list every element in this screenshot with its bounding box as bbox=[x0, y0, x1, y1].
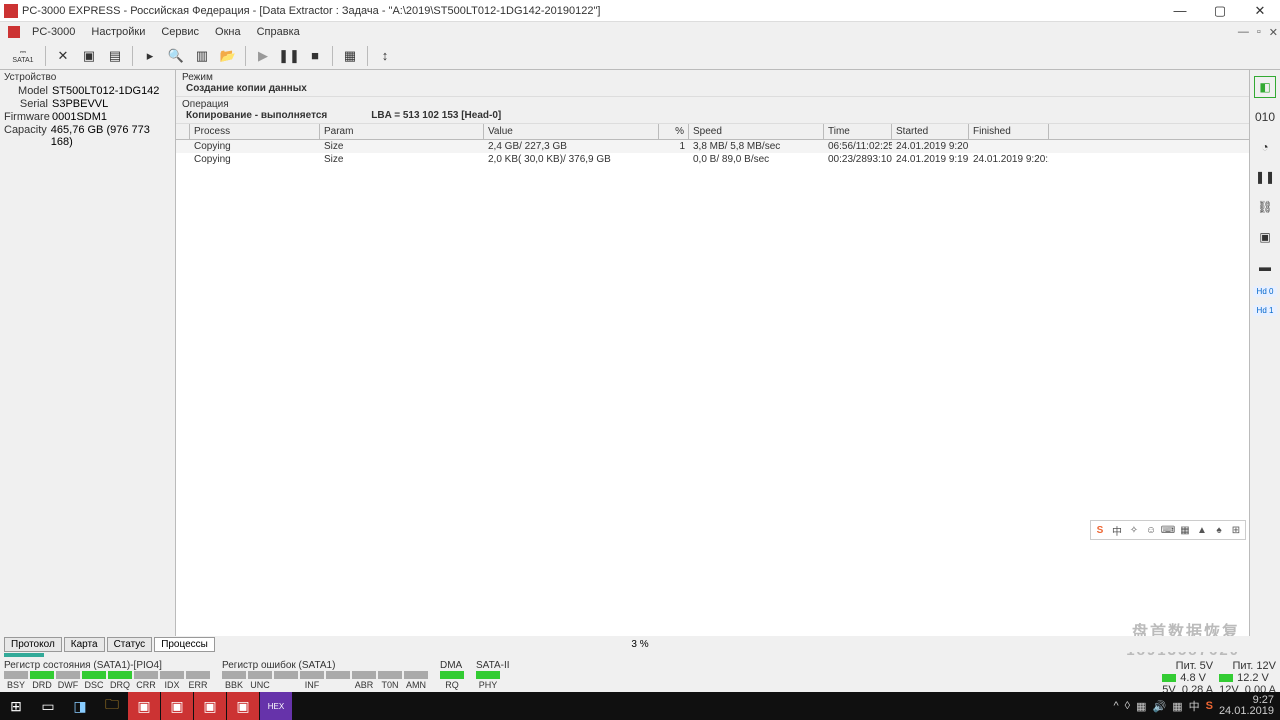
tray-usb-icon[interactable]: ◊ bbox=[1125, 700, 1130, 712]
ime-face-icon[interactable]: ☺ bbox=[1144, 523, 1158, 537]
explorer-icon[interactable]: ◨ bbox=[64, 692, 96, 720]
ime-kbd-icon[interactable]: ⌨ bbox=[1161, 523, 1175, 537]
toolbar: ⎓SATA1 ✕ ▣ ▤ ▸ 🔍 ▥ 📂 ▶ ❚❚ ■ ▦ ↕ bbox=[0, 42, 1280, 70]
lba-value: LBA = 513 102 153 [Head-0] bbox=[367, 110, 501, 121]
right-toolbar: ◧ 010 ◔ ❚❚ ⛓ ▣ ▬ Hd 0 Hd 1 bbox=[1250, 70, 1280, 636]
table-row[interactable]: CopyingSize2,4 GB/ 227,3 GB13,8 MB/ 5,8 … bbox=[176, 140, 1249, 153]
ime-spark-icon[interactable]: ✧ bbox=[1127, 523, 1141, 537]
pc3000-task-3[interactable]: ▣ bbox=[194, 692, 226, 720]
head-1-label[interactable]: Hd 1 bbox=[1253, 305, 1277, 316]
titlebar: PC-3000 EXPRESS - Российская Федерация -… bbox=[0, 0, 1280, 22]
taskview-icon[interactable]: ▭ bbox=[32, 692, 64, 720]
app-icon bbox=[4, 4, 18, 18]
gauge-icon[interactable]: ◔ bbox=[1254, 136, 1276, 158]
sata-register: SATA-II PHY bbox=[476, 660, 510, 694]
windows-icon[interactable]: ▦ bbox=[338, 44, 362, 68]
sata-button[interactable]: ⎓SATA1 bbox=[6, 44, 40, 68]
folder-open-icon[interactable]: 📂 bbox=[216, 44, 240, 68]
stop-icon[interactable]: ■ bbox=[303, 44, 327, 68]
pause2-icon[interactable]: ❚❚ bbox=[1254, 166, 1276, 188]
pc3000-task-2[interactable]: ▣ bbox=[161, 692, 193, 720]
ime-toolbar: S 中 ✧ ☺ ⌨ ▦ ▲ ♠ ⊞ bbox=[1090, 520, 1246, 540]
menu-settings[interactable]: Настройки bbox=[83, 24, 153, 40]
tab-processes[interactable]: Процессы bbox=[154, 637, 215, 652]
search-icon[interactable]: 🔍 bbox=[164, 44, 188, 68]
menu-help[interactable]: Справка bbox=[249, 24, 308, 40]
pause-icon[interactable]: ❚❚ bbox=[277, 44, 301, 68]
power-readout: Пит. 5V 4.8 V 5V 0.28 A Пит. 12V 12.2 V … bbox=[1162, 660, 1276, 694]
ime-spade-icon[interactable]: ♠ bbox=[1212, 523, 1226, 537]
menu-windows[interactable]: Окна bbox=[207, 24, 249, 40]
tray-lang-icon[interactable]: ▦ bbox=[1172, 700, 1182, 713]
app-icon-small bbox=[8, 26, 20, 38]
tools-icon[interactable]: ✕ bbox=[51, 44, 75, 68]
window-title: PC-3000 EXPRESS - Российская Федерация -… bbox=[22, 5, 600, 17]
mode-section: Режим Создание копии данных bbox=[176, 70, 1249, 97]
ime-grid-icon[interactable]: ▦ bbox=[1178, 523, 1192, 537]
tree-icon[interactable]: ▸ bbox=[138, 44, 162, 68]
ime-win-icon[interactable]: ⊞ bbox=[1229, 523, 1243, 537]
progress-bar bbox=[4, 653, 44, 657]
bottom-tabs: Протокол Карта Статус Процессы 3 % bbox=[0, 636, 1280, 652]
close-button[interactable]: ✕ bbox=[1240, 0, 1280, 22]
main-area: Устройство ModelST500LT012-1DG142 Serial… bbox=[0, 70, 1280, 636]
start-button[interactable]: ⊞ bbox=[0, 692, 32, 720]
hex-icon[interactable]: HEX bbox=[260, 692, 292, 720]
sort-icon[interactable]: ↕ bbox=[373, 44, 397, 68]
binary-icon[interactable]: 010 bbox=[1254, 106, 1276, 128]
play-icon[interactable]: ▶ bbox=[251, 44, 275, 68]
device-info-pane: Устройство ModelST500LT012-1DG142 Serial… bbox=[0, 70, 176, 636]
device-icon[interactable]: ▣ bbox=[77, 44, 101, 68]
process-table: Process Param Value % Speed Time Started… bbox=[176, 124, 1249, 636]
device-group-title: Устройство bbox=[4, 72, 171, 83]
chip2-icon[interactable]: ▣ bbox=[1254, 226, 1276, 248]
menu-app[interactable]: PC-3000 bbox=[24, 24, 83, 40]
system-tray: ^ ◊ ▦ 🔊 ▦ 中 S 9:27 24.01.2019 bbox=[1113, 695, 1280, 717]
mdi-close-icon[interactable]: ✕ bbox=[1269, 26, 1278, 39]
mdi-minimize-icon[interactable]: — bbox=[1238, 26, 1249, 39]
tray-chevron-icon[interactable]: ^ bbox=[1113, 700, 1118, 712]
head-0-label[interactable]: Hd 0 bbox=[1253, 286, 1277, 297]
tab-protocol[interactable]: Протокол bbox=[4, 637, 62, 652]
table-header: Process Param Value % Speed Time Started… bbox=[176, 124, 1249, 140]
box-icon[interactable]: ▥ bbox=[190, 44, 214, 68]
dma-register: DMA RQ bbox=[440, 660, 464, 694]
menu-service[interactable]: Сервис bbox=[153, 24, 207, 40]
pc3000-task-4[interactable]: ▣ bbox=[227, 692, 259, 720]
tray-vol-icon[interactable]: 🔊 bbox=[1152, 700, 1166, 713]
bar-icon[interactable]: ▬ bbox=[1254, 256, 1276, 278]
menubar: PC-3000 Настройки Сервис Окна Справка — … bbox=[0, 22, 1280, 42]
maximize-button[interactable]: ▢ bbox=[1200, 0, 1240, 22]
taskbar: ⊞ ▭ ◨ 🗀 ▣ ▣ ▣ ▣ HEX ^ ◊ ▦ 🔊 ▦ 中 S 9:27 2… bbox=[0, 692, 1280, 720]
operation-section: Операция Копирование - выполняется LBA =… bbox=[176, 97, 1249, 124]
error-register: Регистр ошибок (SATA1) BBKUNCINFABRT0NAM… bbox=[222, 660, 428, 694]
tray-net-icon[interactable]: ▦ bbox=[1136, 700, 1146, 713]
pc3000-task-1[interactable]: ▣ bbox=[128, 692, 160, 720]
status-register: Регистр состояния (SATA1)-[PIO4] BSYDRDD… bbox=[4, 660, 210, 694]
progress-percent: 3 % bbox=[631, 639, 648, 650]
ime-tri-icon[interactable]: ▲ bbox=[1195, 523, 1209, 537]
link-icon[interactable]: ⛓ bbox=[1254, 196, 1276, 218]
table-row[interactable]: CopyingSize2,0 KB( 30,0 KB)/ 376,9 GB0,0… bbox=[176, 153, 1249, 166]
mdi-restore-icon[interactable]: ▫ bbox=[1257, 26, 1261, 39]
folder-icon[interactable]: 🗀 bbox=[96, 692, 128, 720]
chip-icon[interactable]: ◧ bbox=[1254, 76, 1276, 98]
center-pane: Режим Создание копии данных Операция Коп… bbox=[176, 70, 1250, 636]
minimize-button[interactable]: — bbox=[1160, 0, 1200, 22]
tab-map[interactable]: Карта bbox=[64, 637, 105, 652]
ime-s-icon[interactable]: S bbox=[1093, 523, 1107, 537]
ime-cn-icon[interactable]: 中 bbox=[1110, 523, 1124, 537]
tray-s-icon[interactable]: S bbox=[1206, 700, 1213, 712]
status-strips: Регистр состояния (SATA1)-[PIO4] BSYDRDD… bbox=[0, 658, 1280, 696]
tab-status[interactable]: Статус bbox=[107, 637, 153, 652]
tray-ime-icon[interactable]: 中 bbox=[1189, 698, 1200, 714]
clock[interactable]: 9:27 24.01.2019 bbox=[1219, 695, 1274, 717]
save-icon[interactable]: ▤ bbox=[103, 44, 127, 68]
